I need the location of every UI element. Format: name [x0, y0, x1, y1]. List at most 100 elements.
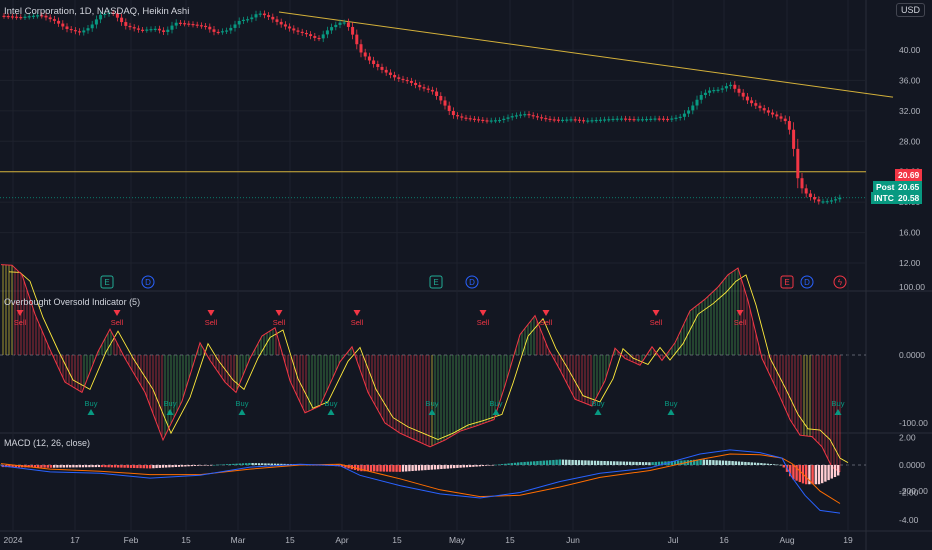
macd-histogram-bar — [222, 464, 225, 465]
candle — [57, 20, 61, 24]
candle — [745, 96, 749, 101]
time-axis-label: Mar — [231, 535, 246, 545]
candle — [544, 118, 548, 120]
macd-histogram-bar — [805, 465, 808, 485]
macd-histogram-bar — [277, 463, 280, 465]
candle — [724, 86, 728, 89]
macd-histogram-bar — [197, 465, 200, 466]
macd-histogram-bar — [446, 465, 449, 469]
macd-histogram-bar — [814, 465, 817, 485]
candle — [225, 30, 229, 32]
currency-button[interactable]: USD — [895, 3, 925, 17]
candle — [447, 105, 451, 112]
candle — [678, 116, 682, 118]
candle — [241, 19, 245, 22]
macd-histogram-bar — [625, 461, 629, 465]
macd-histogram-bar — [408, 465, 411, 472]
candle — [838, 197, 842, 200]
candle — [510, 116, 514, 118]
macd-histogram-bar — [225, 464, 229, 465]
candle — [699, 95, 703, 100]
candle — [611, 118, 615, 121]
macd-tick-label: 0.0000 — [899, 460, 925, 470]
macd-histogram-bar — [181, 465, 184, 467]
candle — [653, 118, 657, 120]
macd-histogram-bar — [216, 464, 219, 466]
candle — [283, 24, 287, 27]
candle — [674, 117, 678, 119]
candle — [489, 120, 493, 122]
candle — [607, 119, 611, 121]
macd-histogram-bar — [152, 465, 155, 469]
macd-histogram-bar — [126, 465, 129, 468]
candle — [750, 100, 754, 104]
macd-histogram-bar — [267, 463, 270, 465]
candle — [124, 22, 128, 26]
macd-histogram-bar — [763, 463, 766, 465]
candle — [73, 30, 77, 32]
macd-histogram-bar — [139, 465, 142, 469]
macd-histogram-bar — [94, 465, 97, 468]
marker-letter: D — [469, 278, 475, 287]
macd-histogram-bar — [421, 465, 424, 471]
macd-tick-label: -2.00 — [899, 488, 919, 498]
candle — [603, 119, 607, 121]
macd-histogram-bar — [648, 462, 651, 465]
macd-histogram-bar — [577, 460, 581, 465]
candle — [435, 91, 439, 96]
macd-histogram-bar — [747, 462, 750, 465]
macd-histogram-bar — [46, 465, 49, 468]
candle — [649, 118, 653, 120]
macd-histogram-bar — [113, 465, 117, 468]
macd-histogram-bar — [753, 462, 757, 465]
candle — [703, 92, 707, 96]
macd-histogram-bar — [497, 464, 501, 466]
macd-histogram-bar — [705, 459, 709, 465]
macd-histogram-bar — [501, 464, 504, 465]
candle — [535, 116, 539, 118]
buy-signal-label: Buy — [325, 399, 338, 408]
candle — [586, 120, 590, 122]
sell-signal-label: Sell — [351, 318, 364, 327]
candle — [523, 114, 527, 116]
macd-histogram-bar — [718, 460, 721, 465]
macd-histogram-bar — [520, 462, 523, 465]
macd-histogram-bar — [62, 465, 65, 468]
macd-histogram-bar — [91, 465, 94, 468]
macd-histogram-bar — [776, 464, 779, 466]
macd-histogram-bar — [475, 465, 478, 467]
candle — [338, 22, 342, 25]
macd-histogram-bar — [245, 463, 248, 465]
macd-histogram-bar — [689, 459, 693, 465]
macd-histogram-bar — [417, 465, 421, 471]
macd-histogram-bar — [453, 465, 456, 469]
macd-histogram-bar — [539, 460, 542, 465]
candle — [254, 14, 258, 18]
macd-histogram-bar — [357, 465, 360, 471]
candle — [153, 28, 157, 30]
oscillator-tick-label: 0.0000 — [899, 350, 925, 360]
candle — [733, 84, 737, 89]
candle — [52, 19, 56, 21]
macd-histogram-bar — [235, 463, 238, 465]
candle — [258, 13, 262, 15]
candle — [561, 119, 565, 122]
buy-signal-label: Buy — [592, 399, 605, 408]
candle — [796, 148, 800, 179]
macd-histogram-bar — [485, 465, 488, 466]
buy-signal-label: Buy — [832, 399, 845, 408]
macd-histogram-bar — [232, 463, 235, 465]
macd-histogram-bar — [565, 459, 568, 465]
buy-signal-label: Buy — [426, 399, 439, 408]
macd-histogram-bar — [651, 462, 654, 465]
macd-histogram-bar — [721, 460, 725, 465]
chart-canvas[interactable]: 40.0036.0032.0028.0024.0020.0016.0012.00… — [0, 0, 932, 550]
candle — [779, 116, 783, 119]
time-axis-label: Jun — [566, 535, 580, 545]
candle — [309, 34, 313, 37]
candle — [502, 118, 506, 121]
candle — [573, 119, 577, 121]
candle — [191, 24, 195, 26]
macd-histogram-bar — [190, 465, 193, 467]
time-axis-label: Feb — [124, 535, 139, 545]
